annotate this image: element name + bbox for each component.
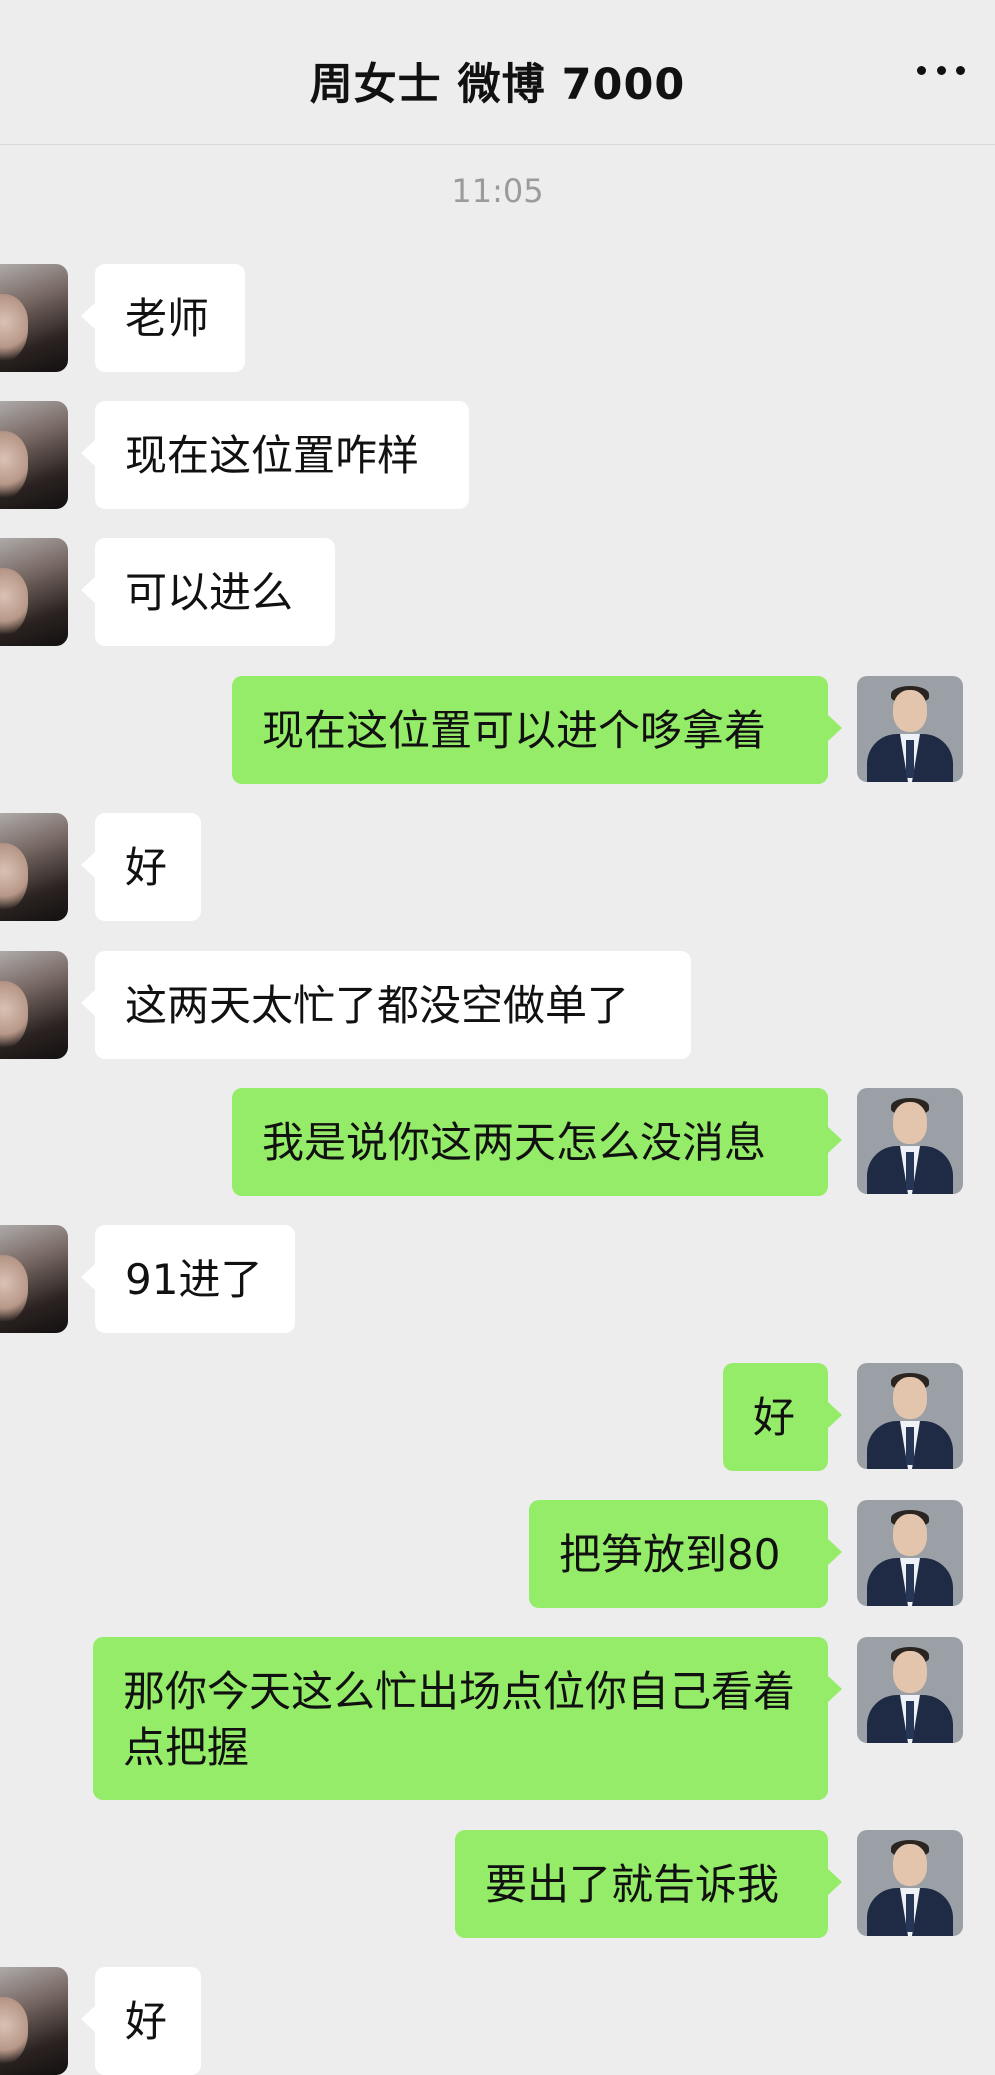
contact-avatar[interactable] (0, 1967, 68, 2075)
more-dots-icon[interactable] (917, 56, 965, 84)
incoming-message[interactable]: 好 (81, 1967, 201, 2075)
incoming-message[interactable]: 现在这位置咋样 (81, 401, 469, 509)
contact-avatar[interactable] (0, 264, 68, 372)
contact-avatar[interactable] (0, 951, 68, 1059)
my-avatar[interactable] (857, 1363, 963, 1469)
contact-avatar[interactable] (0, 538, 68, 646)
outgoing-message[interactable]: 我是说你这两天怎么没消息 (232, 1088, 842, 1196)
my-avatar[interactable] (857, 1830, 963, 1936)
chat-header: 周女士 微博 7000 (0, 0, 995, 145)
my-avatar[interactable] (857, 676, 963, 782)
my-avatar[interactable] (857, 1500, 963, 1606)
outgoing-message[interactable]: 那你今天这么忙出场点位你自己看着点把握 (93, 1637, 842, 1800)
my-avatar[interactable] (857, 1637, 963, 1743)
contact-avatar[interactable] (0, 1225, 68, 1333)
chat-title: 周女士 微博 7000 (309, 60, 686, 110)
outgoing-message[interactable]: 现在这位置可以进个哆拿着 (232, 676, 842, 784)
incoming-message[interactable]: 老师 (81, 264, 245, 372)
incoming-message[interactable]: 可以进么 (81, 538, 335, 646)
contact-avatar[interactable] (0, 401, 68, 509)
outgoing-message[interactable]: 把笋放到80 (529, 1500, 842, 1608)
contact-avatar[interactable] (0, 813, 68, 921)
outgoing-message[interactable]: 要出了就告诉我 (455, 1830, 842, 1938)
incoming-message[interactable]: 91进了 (81, 1225, 295, 1333)
incoming-message[interactable]: 好 (81, 813, 201, 921)
my-avatar[interactable] (857, 1088, 963, 1194)
incoming-message[interactable]: 这两天太忙了都没空做单了 (81, 951, 691, 1059)
outgoing-message[interactable]: 好 (723, 1363, 842, 1471)
message-timestamp: 11:05 (451, 172, 544, 210)
